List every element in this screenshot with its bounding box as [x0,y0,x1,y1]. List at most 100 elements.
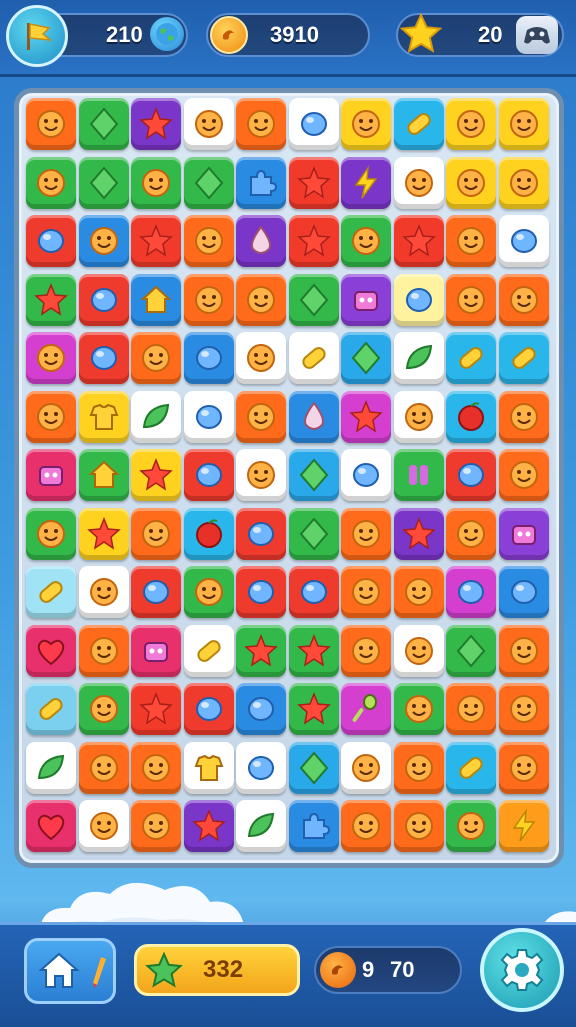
tile-green-leaf[interactable] [236,800,286,852]
tile-white-face[interactable] [78,566,129,618]
tile-white-face[interactable] [393,390,444,443]
tile-white-face[interactable] [236,332,286,384]
tile-green-leaf[interactable] [393,332,444,384]
tile-red-gem[interactable] [78,273,129,326]
tile-blue-gem[interactable] [341,449,391,501]
tile-green-diamond[interactable] [183,156,234,209]
tile-white-face[interactable] [341,741,391,794]
tile-blue-star[interactable] [131,449,181,501]
tile-orange-star[interactable] [131,215,181,267]
gamepad-icon[interactable] [516,16,558,54]
tile-red-star[interactable] [183,800,234,852]
tile-orange-face[interactable] [236,390,286,443]
tile-orange-face[interactable] [26,390,76,443]
tile-orange-face[interactable] [393,566,444,618]
tile-purple-face[interactable] [26,332,76,384]
tile-green-bolt[interactable] [498,800,549,852]
tile-yellow-star[interactable] [236,624,286,677]
tile-yellow-bar[interactable] [498,332,549,384]
tile-blue-gem[interactable] [498,215,549,267]
tile-red-ball[interactable] [446,390,496,443]
tile-orange-face[interactable] [236,273,286,326]
tile-orange-face[interactable] [341,566,391,618]
tile-yellow-face[interactable] [446,98,496,150]
tile-yellow-face[interactable] [341,98,391,150]
tile-red-robot[interactable] [131,624,181,677]
tile-yellow-diamond[interactable] [288,741,339,794]
tile-orange-face[interactable] [183,273,234,326]
tile-white-face[interactable] [393,624,444,677]
tile-blue-puzzle[interactable] [288,800,339,852]
tile-teal-gem[interactable] [236,683,286,735]
tile-yellow-shirt[interactable] [78,390,129,443]
tile-purple-shirt[interactable] [183,741,234,794]
tile-green-face[interactable] [446,800,496,852]
tile-purple-gem[interactable] [183,683,234,735]
tile-green-star[interactable] [26,273,76,326]
tile-blue-star[interactable] [78,507,129,560]
tile-yellow-face[interactable] [498,98,549,150]
tile-orange-face[interactable] [446,507,496,560]
tile-orange-star[interactable] [288,215,339,267]
tile-white-drop[interactable] [236,215,286,267]
tile-purple-robot[interactable] [341,273,391,326]
tile-red-ball[interactable] [183,507,234,560]
tile-orange-face[interactable] [131,507,181,560]
tile-blue-puzzle[interactable] [236,156,286,209]
tile-orange-face[interactable] [26,98,76,150]
tile-orange-face[interactable] [446,683,496,735]
tile-purple-star[interactable] [341,390,391,443]
tile-purple-gem[interactable] [236,507,286,560]
tile-orange-face[interactable] [236,98,286,150]
tile-orange-face[interactable] [498,273,549,326]
tile-orange-face[interactable] [498,449,549,501]
tile-purple-robot[interactable] [498,507,549,560]
tile-yellow-gem[interactable] [393,273,444,326]
tile-green-face[interactable] [26,507,76,560]
tile-orange-face[interactable] [78,624,129,677]
tile-red-gem[interactable] [131,566,181,618]
tile-white-face[interactable] [236,449,286,501]
tile-orange-bar[interactable] [288,332,339,384]
tile-green-bar[interactable] [26,683,76,735]
tile-orange-star[interactable] [393,215,444,267]
tile-orange-face[interactable] [341,507,391,560]
tile-orange-star[interactable] [288,156,339,209]
tile-green-house[interactable] [78,449,129,501]
tile-yellow-bar[interactable] [446,332,496,384]
tile-orange-bar[interactable] [183,624,234,677]
tile-purple-gem[interactable] [288,566,339,618]
tile-yellow-face[interactable] [498,156,549,209]
tile-blue-bar[interactable] [26,566,76,618]
tile-red-heart[interactable] [26,624,76,677]
tile-green-face[interactable] [78,683,129,735]
tile-orange-face[interactable] [498,683,549,735]
home-button[interactable] [24,938,116,1004]
tile-green-diamond[interactable] [78,156,129,209]
tile-green-diamond[interactable] [446,624,496,677]
tile-green-face[interactable] [393,683,444,735]
tile-orange-face[interactable] [183,215,234,267]
tile-red-robot[interactable] [26,449,76,501]
tile-blue-drop[interactable] [288,390,339,443]
tile-orange-face[interactable] [498,390,549,443]
tile-yellow-diamond[interactable] [341,332,391,384]
tile-red-star[interactable] [393,507,444,560]
tile-orange-face[interactable] [446,215,496,267]
tile-orange-face[interactable] [393,741,444,794]
tile-red-gem[interactable] [26,215,76,267]
tile-blue-gem[interactable] [183,390,234,443]
tile-orange-face[interactable] [341,624,391,677]
tile-teal-gem[interactable] [183,332,234,384]
tile-yellow-bar[interactable] [446,741,496,794]
tile-green-face[interactable] [183,566,234,618]
tile-orange-face[interactable] [341,800,391,852]
tile-orange-face[interactable] [498,741,549,794]
tile-white-face[interactable] [78,800,129,852]
tile-blue-gem[interactable] [288,98,339,150]
tile-red-gem[interactable] [78,332,129,384]
tile-green-face[interactable] [131,156,181,209]
tile-yellow-star[interactable] [288,683,339,735]
tile-green-face[interactable] [26,156,76,209]
tile-orange-face[interactable] [78,741,129,794]
